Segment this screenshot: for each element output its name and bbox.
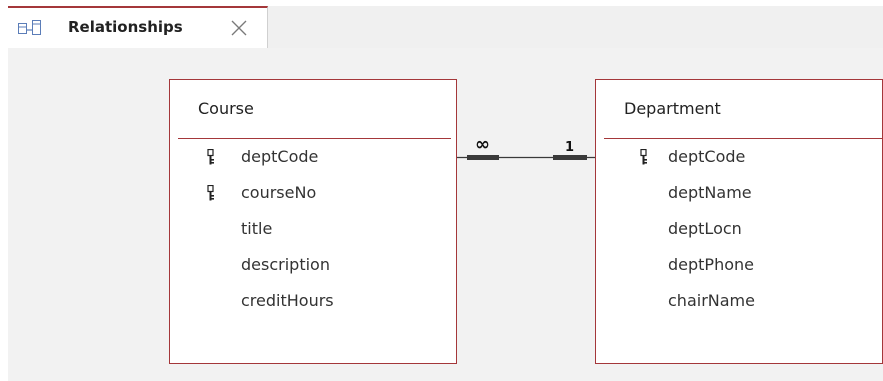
table-title: Department [624,99,721,118]
table-title-divider [604,138,882,139]
field-name: deptLocn [668,219,742,238]
field-name: title [241,219,273,238]
field-row[interactable]: deptPhone [596,254,882,278]
relationship-one-label: 1 [565,140,575,155]
table-box-course[interactable]: Course deptCode courseNo title descripti… [169,79,457,364]
relationship-line[interactable]: ∞ 1 [457,134,595,170]
field-row[interactable]: description [170,254,456,278]
relationships-icon [18,20,41,35]
primary-key-icon [207,185,214,201]
primary-key-icon [207,149,214,165]
table-title-divider [178,138,451,139]
table-title: Course [198,99,254,118]
tab-relationships[interactable]: Relationships [8,6,268,48]
field-row[interactable]: deptCode [596,146,882,170]
field-name: courseNo [241,183,317,202]
field-name: creditHours [241,291,334,310]
field-row[interactable]: courseNo [170,182,456,206]
table-box-department[interactable]: Department deptCode deptName deptLocn de… [595,79,883,364]
field-row[interactable]: deptName [596,182,882,206]
tab-label: Relationships [68,18,183,36]
field-name: deptName [668,183,752,202]
primary-key-icon [640,149,647,165]
field-row[interactable]: deptCode [170,146,456,170]
field-row[interactable]: chairName [596,290,882,314]
field-row[interactable]: creditHours [170,290,456,314]
tab-strip: Relationships [8,6,883,48]
field-name: chairName [668,291,755,310]
field-name: deptCode [668,147,746,166]
field-name: description [241,255,330,274]
field-row[interactable]: deptLocn [596,218,882,242]
field-name: deptCode [241,147,319,166]
field-name: deptPhone [668,255,754,274]
field-row[interactable]: title [170,218,456,242]
relationship-many-label: ∞ [475,134,490,155]
close-icon[interactable] [230,19,248,37]
